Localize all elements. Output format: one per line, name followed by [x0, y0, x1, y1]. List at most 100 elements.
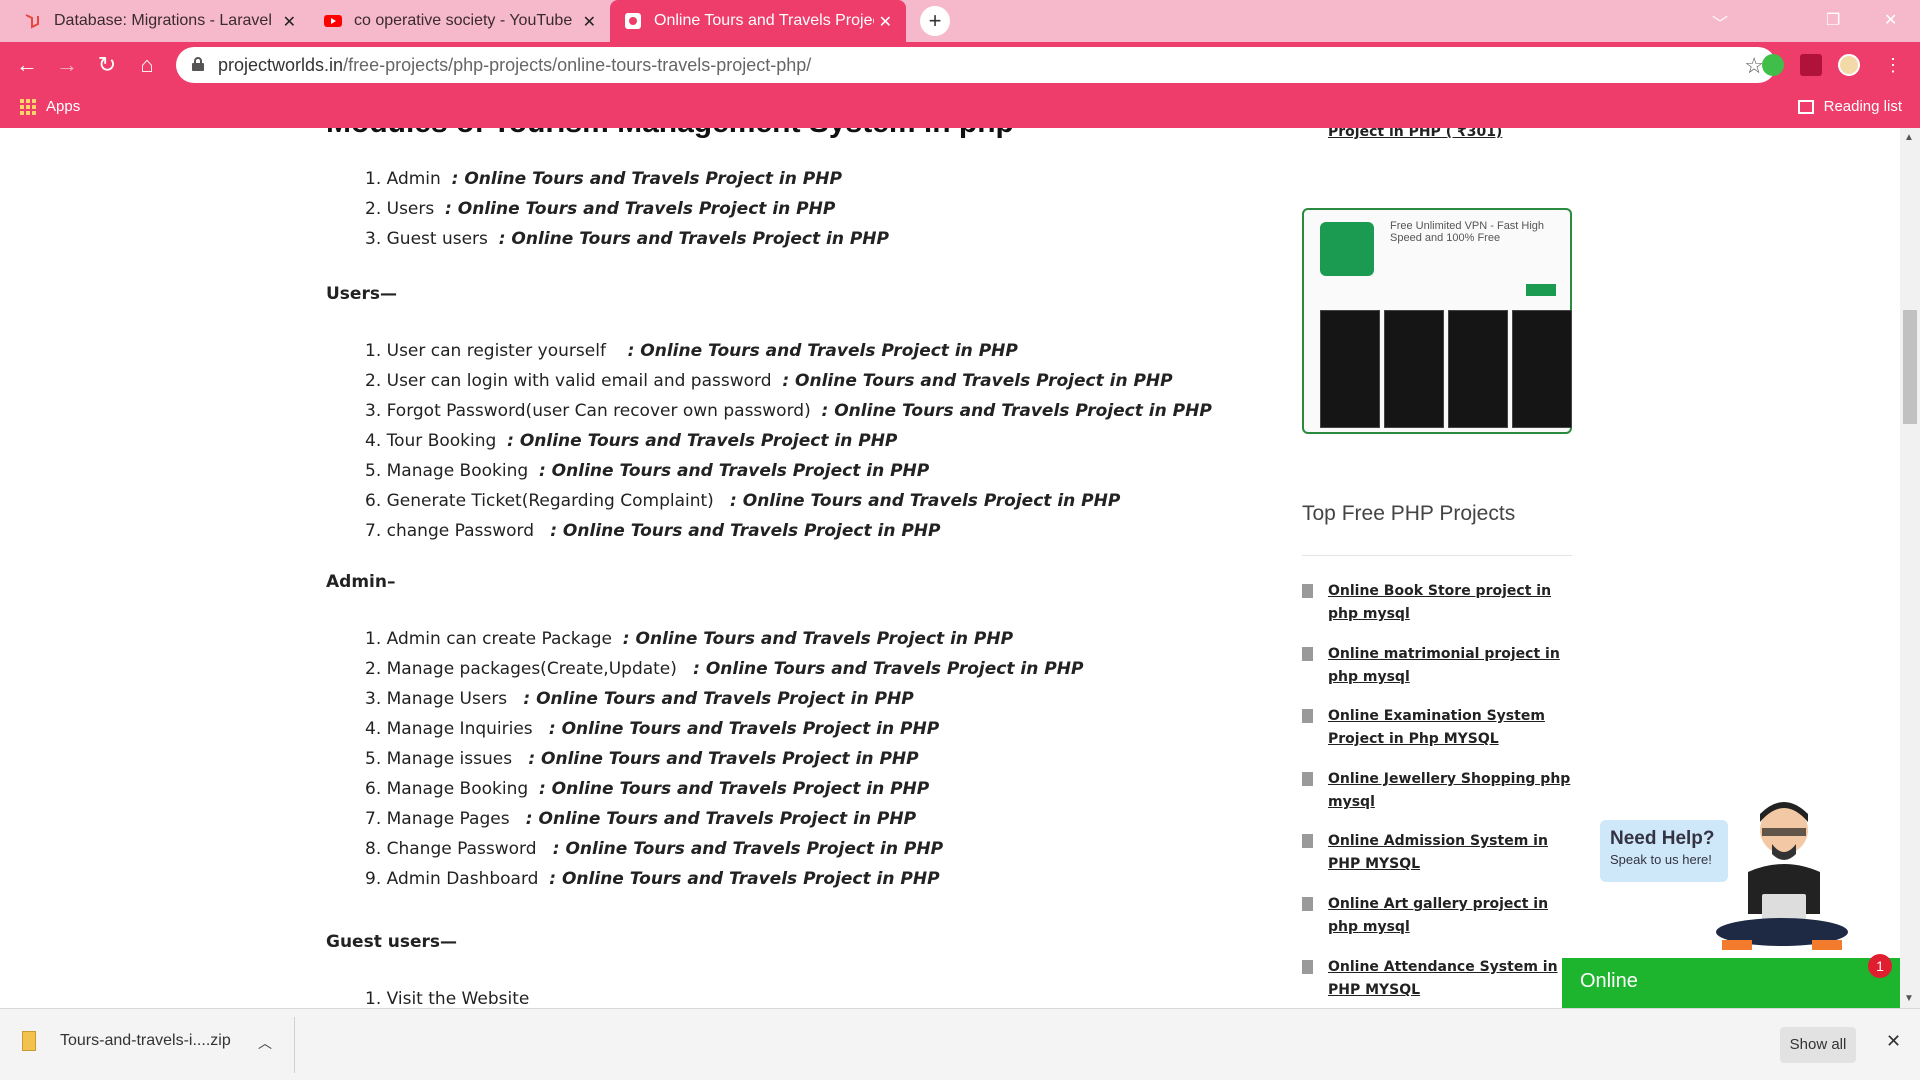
need-help-bubble[interactable]: Need Help? Speak to us here! [1600, 820, 1728, 882]
show-all-button[interactable]: Show all [1780, 1027, 1856, 1063]
bookmarks-bar: Apps Reading list [0, 88, 1920, 128]
close-window-icon[interactable]: ✕ [1884, 10, 1897, 30]
site-icon [625, 13, 641, 29]
item-text: Manage packages(Create,Update) [386, 659, 677, 679]
profile-avatar[interactable] [1838, 54, 1860, 76]
project-link[interactable]: Online Art gallery project in php mysql [1328, 893, 1578, 939]
scroll-down-icon[interactable]: ▼ [1904, 993, 1914, 1004]
item-suffix: : Online Tours and Travels Project in PH… [528, 749, 919, 769]
item-suffix: : Online Tours and Travels Project in PH… [693, 659, 1084, 679]
modules-list: 1. Admin : Online Tours and Travels Proj… [365, 164, 889, 254]
address-bar[interactable]: projectworlds.in/free-projects/php-proje… [176, 47, 1776, 83]
new-tab-button[interactable]: + [920, 6, 950, 36]
tab-title: co operative society - YouTube [354, 12, 573, 29]
app-screenshot [1384, 310, 1444, 428]
list-item: 8. Change Password : Online Tours and Tr… [365, 839, 944, 859]
page-scrollbar[interactable]: ▲ ▼ [1900, 128, 1920, 1008]
item-text: Generate Ticket(Regarding Complaint) [386, 491, 714, 511]
reload-icon[interactable]: ↻ [92, 50, 122, 80]
item-text: Manage issues [386, 749, 513, 769]
download-item[interactable]: Tours-and-travels-i....zip [22, 1031, 231, 1051]
reading-list-label: Reading list [1823, 98, 1902, 115]
list-item: 2. Manage packages(Create,Update) : Onli… [365, 659, 1084, 679]
document-icon [1302, 647, 1313, 661]
list-item: 6. Generate Ticket(Regarding Complaint) … [365, 491, 1121, 511]
divider [1302, 555, 1572, 556]
section-heading: Modules of Tourism Management System in … [326, 128, 1014, 140]
extension-plus-icon[interactable] [1762, 54, 1784, 76]
divider [294, 1017, 295, 1073]
project-link[interactable]: Online Examination System Project in Php… [1328, 705, 1578, 751]
vpn-ad-banner[interactable]: Free Unlimited VPN - Fast High Speed and… [1302, 208, 1572, 434]
home-icon[interactable]: ⌂ [132, 50, 162, 80]
item-suffix: : Online Tours and Travels Project in PH… [730, 491, 1121, 511]
forward-icon[interactable]: → [52, 50, 82, 80]
item-text: Manage Pages [386, 809, 510, 829]
document-icon [1302, 772, 1313, 786]
url-domain: projectworlds.in [218, 55, 344, 75]
youtube-icon [324, 15, 342, 27]
project-link[interactable]: Online Book Store project in php mysql [1328, 580, 1578, 626]
list-item: 3. Manage Users : Online Tours and Trave… [365, 689, 914, 709]
close-tab-icon[interactable]: ✕ [879, 12, 892, 32]
item-suffix: : Online Tours and Travels Project in PH… [523, 689, 914, 709]
item-suffix: : Online Tours and Travels Project in PH… [451, 169, 842, 189]
apps-bookmark[interactable]: Apps [20, 98, 80, 115]
install-button[interactable] [1526, 284, 1556, 296]
item-suffix: : Online Tours and Travels Project in PH… [549, 869, 940, 889]
item-text: Admin Dashboard [386, 869, 539, 889]
list-item: 5. Manage issues : Online Tours and Trav… [365, 749, 919, 769]
tab-online-tours[interactable]: Online Tours and Travels Project i ✕ [610, 0, 906, 42]
menu-kebab-icon[interactable]: ⋮ [1878, 50, 1908, 80]
online-chat-bar[interactable]: Online [1562, 958, 1906, 1008]
item-suffix: : Online Tours and Travels Project in PH… [782, 371, 1173, 391]
extensions-puzzle-icon[interactable] [1800, 54, 1822, 76]
list-item: 1. Admin : Online Tours and Travels Proj… [365, 169, 842, 189]
restore-icon[interactable]: ❐ [1826, 10, 1840, 30]
tab-title: Online Tours and Travels Project i [654, 12, 874, 29]
project-link[interactable]: Online Attendance System in PHP MYSQL [1328, 956, 1578, 1002]
close-tab-icon[interactable]: ✕ [583, 12, 596, 32]
list-item: 6. Manage Booking : Online Tours and Tra… [365, 779, 930, 799]
item-suffix: : Online Tours and Travels Project in PH… [538, 779, 930, 799]
item-text: Tour Booking [386, 431, 497, 451]
list-item: 7. change Password : Online Tours and Tr… [365, 521, 941, 541]
scroll-thumb[interactable] [1903, 310, 1917, 424]
vpn-shield-icon [1320, 222, 1374, 276]
notification-badge: 1 [1868, 954, 1892, 978]
prev-project-link[interactable]: Project in PHP ( ₹301) [1328, 128, 1502, 140]
url-path: /free-projects/php-projects/online-tours… [343, 55, 812, 75]
tab-laravel[interactable]: Database: Migrations - Laravel - T ✕ [10, 0, 310, 42]
url-text[interactable]: projectworlds.in/free-projects/php-proje… [218, 55, 811, 76]
list-item: 2. Users : Online Tours and Travels Proj… [365, 199, 836, 219]
project-link[interactable]: Online matrimonial project in php mysql [1328, 643, 1578, 689]
support-agent-illustration [1716, 802, 1848, 950]
item-suffix: : Online Tours and Travels Project in PH… [445, 199, 836, 219]
close-icon[interactable]: ✕ [1886, 1031, 1901, 1052]
document-icon [1302, 960, 1313, 974]
users-list: 1. User can register yourself : Online T… [365, 336, 1212, 546]
item-text: Manage Inquiries [386, 719, 533, 739]
item-suffix: : Online Tours and Travels Project in PH… [627, 341, 1018, 361]
browser-toolbar: ← → ↻ ⌂ projectworlds.in/free-projects/p… [0, 42, 1920, 88]
document-icon [1302, 897, 1313, 911]
bookmark-star-icon[interactable]: ☆ [1744, 53, 1764, 79]
users-section-title: Users— [326, 284, 397, 304]
chevron-up-icon[interactable]: ︿ [258, 1033, 272, 1053]
back-icon[interactable]: ← [12, 50, 42, 80]
item-text: User can login with valid email and pass… [386, 371, 772, 391]
project-link[interactable]: Online Admission System in PHP MYSQL [1328, 830, 1578, 876]
scroll-up-icon[interactable]: ▲ [1904, 132, 1914, 143]
list-item: 3. Guest users : Online Tours and Travel… [365, 229, 889, 249]
project-link[interactable]: Online Jewellery Shopping php mysql [1328, 768, 1578, 814]
item-suffix: : Online Tours and Travels Project in PH… [552, 839, 944, 859]
tab-youtube[interactable]: co operative society - YouTube ✕ [310, 0, 610, 42]
list-item: 3. Forgot Password(user Can recover own … [365, 401, 1212, 421]
minimize-icon[interactable]: ﹀ [1712, 10, 1728, 34]
close-tab-icon[interactable]: ✕ [283, 12, 296, 32]
reading-list-button[interactable]: Reading list [1797, 98, 1902, 115]
list-item: 4. Tour Booking : Online Tours and Trave… [365, 431, 898, 451]
list-item: 1. Admin can create Package : Online Tou… [365, 629, 1014, 649]
item-suffix: : Online Tours and Travels Project in PH… [498, 229, 889, 249]
admin-list: 1. Admin can create Package : Online Tou… [365, 624, 1083, 894]
